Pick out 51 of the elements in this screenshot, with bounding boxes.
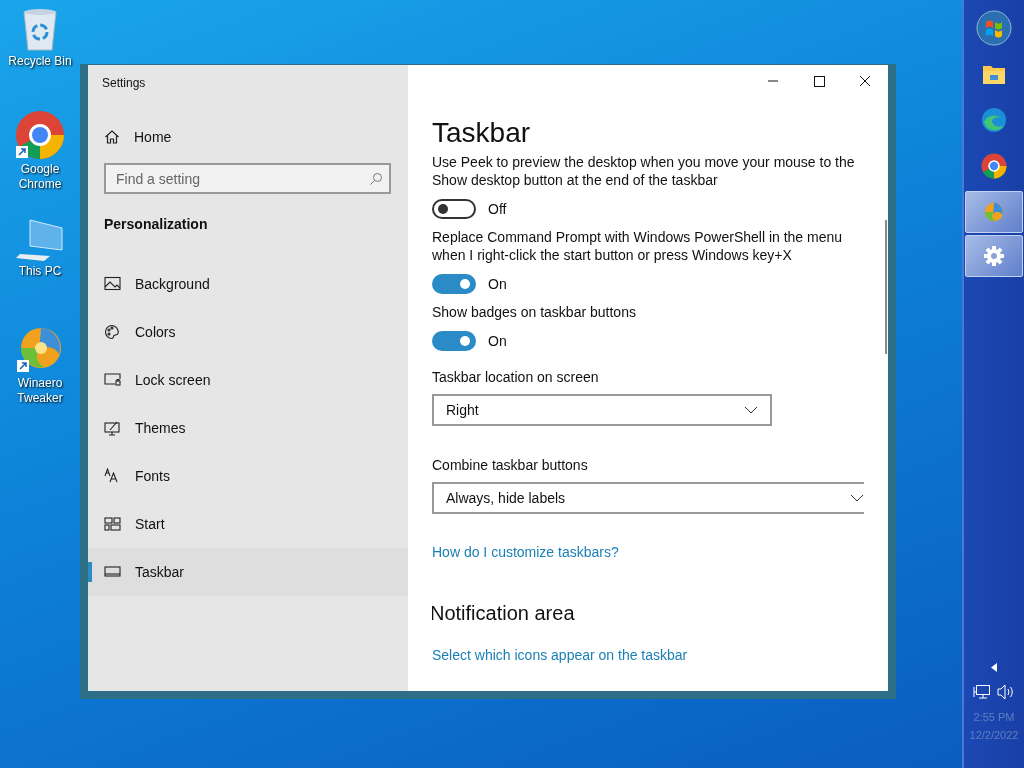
show-hidden-icons-arrow[interactable] [991,663,997,672]
setting-label: Taskbar location on screen [432,368,600,386]
swirl-logo-icon [983,201,1005,223]
toggle-switch[interactable] [432,199,476,219]
sidebar-item[interactable]: Themes [88,404,408,452]
edge-icon[interactable] [981,107,1007,133]
image-icon [104,276,124,292]
home-link[interactable]: Home [104,129,172,145]
search-icon [369,172,383,186]
toggle-state: Off [488,201,507,217]
folder-icon[interactable] [982,63,1006,85]
scrollbar-thumb[interactable] [885,220,887,354]
sidebar-item[interactable]: Start [88,500,408,548]
setting-label: Show badges on taskbar buttons [432,303,637,321]
setting-label: Combine taskbar buttons [432,456,589,474]
setting-label: Replace Command Prompt with Windows PowerShell in the menu when I right-click the start button or press Windows key+X [432,228,844,264]
section-heading: Notification area [432,602,575,624]
dropdown[interactable]: Right [432,394,772,426]
speaker-icon[interactable] [997,684,1015,700]
desktop-icon-label[interactable]: Winaero Tweaker [5,376,75,406]
section-heading: Personalization [104,216,209,232]
sidebar-item[interactable]: Fonts [88,452,408,500]
network-icon[interactable] [973,684,991,700]
computer-icon[interactable] [16,218,64,262]
taskbar-icon [104,564,124,580]
chevron-icon [850,494,864,502]
toggle-state: On [488,276,507,292]
chrome-icon[interactable] [981,153,1007,179]
setting-label: Use Peek to preview the desktop when you move your mouse to the Show desktop button at the end of the taskbar [432,153,856,189]
sidebar-item[interactable]: Background [88,260,408,308]
tiles-icon [104,516,124,532]
home-icon [104,129,120,145]
sidebar-item[interactable]: Colors [88,308,408,356]
search-field[interactable]: Find a setting [104,163,391,194]
lock-screen-icon [104,372,124,388]
sidebar-item[interactable]: Lock screen [88,356,408,404]
page-title: Taskbar [432,117,532,149]
taskbar-button[interactable] [965,191,1023,233]
start-orb-icon[interactable] [976,10,1012,46]
dropdown[interactable]: Always, hide labels [432,482,864,514]
toggle-switch[interactable] [432,274,476,294]
toggle-switch[interactable] [432,331,476,351]
chevron-icon [744,406,758,414]
sidebar-item[interactable]: Taskbar [88,548,408,596]
window-title: Settings [102,76,147,90]
swirl-logo-icon[interactable] [16,326,64,374]
toggle-state: On [488,333,507,349]
chrome-icon[interactable] [15,110,65,160]
taskbar-button[interactable] [965,235,1023,277]
help-link[interactable]: How do I customize taskbars? [432,544,619,560]
help-link[interactable]: Select which icons appear on the taskbar [432,647,688,663]
